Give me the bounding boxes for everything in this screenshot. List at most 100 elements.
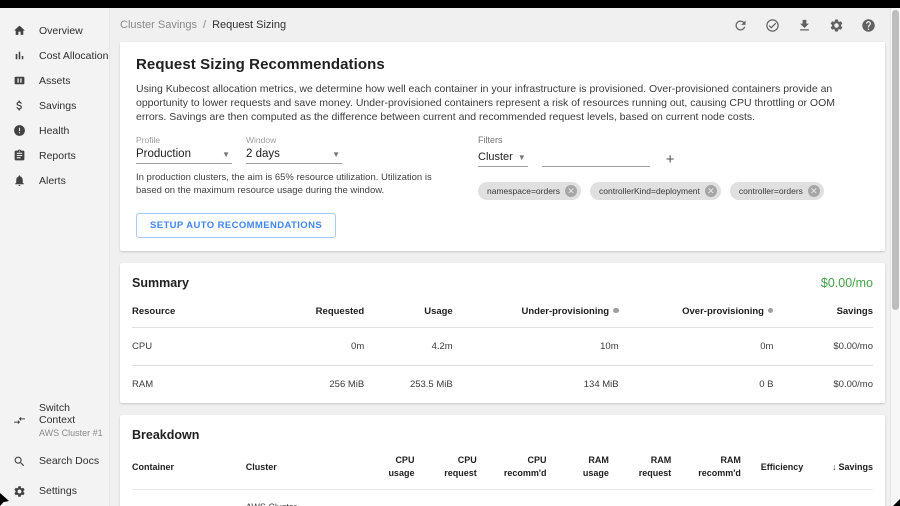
request-sizing-card: Request Sizing Recommendations Using Kub… <box>120 42 885 251</box>
chip-remove-icon[interactable]: ✕ <box>705 185 717 197</box>
cell-cluster: AWS Cluster #1/cluster-one <box>246 501 360 506</box>
sidebar-item-alerts[interactable]: Alerts <box>12 168 109 193</box>
sidebar-item-label: Savings <box>39 100 76 112</box>
cell-requested: 0m <box>254 341 365 352</box>
cell-usage: 253.5 MiB <box>364 379 452 390</box>
health-alert-icon <box>12 124 26 138</box>
filter-type-select[interactable]: Cluster ▼ <box>478 149 528 167</box>
controls-row: Profile Production ▼ Window 2 days ▼ <box>136 135 865 200</box>
switch-context-label: Switch Context <box>39 402 109 426</box>
chevron-down-icon: ▼ <box>332 150 340 159</box>
bell-icon <box>12 174 26 188</box>
window-top-bar <box>0 0 900 8</box>
sidebar: Overview Cost Allocation Assets Savings … <box>0 8 110 506</box>
home-icon <box>12 24 26 38</box>
cell-resource: CPU <box>132 341 254 352</box>
breadcrumb: Cluster Savings / Request Sizing <box>120 19 286 31</box>
col-cpu-recommended[interactable]: CPUrecomm'd <box>477 454 547 480</box>
table-row: CPU 0m 4.2m 10m 0m $0.00/mo <box>132 328 873 366</box>
switch-context-button[interactable]: Switch Context AWS Cluster #1 <box>12 402 109 438</box>
sidebar-item-reports[interactable]: Reports <box>12 143 109 168</box>
sidebar-item-overview[interactable]: Overview <box>12 18 109 43</box>
main-content: Cluster Savings / Request Sizing Request… <box>110 8 900 506</box>
topbar-actions <box>733 18 876 33</box>
col-under-provisioning: Under-provisioning <box>453 306 619 317</box>
col-cpu-request[interactable]: CPUrequest <box>414 454 476 480</box>
filters-label: Filters <box>478 135 865 145</box>
sidebar-item-label: Cost Allocation <box>39 50 108 62</box>
switch-context-text: Switch Context AWS Cluster #1 <box>39 402 109 438</box>
col-savings-sort[interactable]: ↓Savings <box>803 461 873 474</box>
filter-chip-label: controllerKind=deployment <box>599 186 700 196</box>
profile-select[interactable]: Profile Production ▼ <box>136 135 232 164</box>
scrollbar-thumb[interactable] <box>892 10 899 310</box>
dollar-icon <box>12 99 26 113</box>
sidebar-item-label: Assets <box>39 75 71 87</box>
sidebar-item-assets[interactable]: Assets <box>12 68 109 93</box>
settings-button[interactable]: Settings <box>12 484 109 498</box>
sidebar-item-savings[interactable]: Savings <box>12 93 109 118</box>
breakdown-card: Breakdown Container Cluster CPUusage CPU… <box>120 415 885 506</box>
summary-card: Summary $0.00/mo Resource Requested Usag… <box>120 263 885 403</box>
table-row: RAM 256 MiB 253.5 MiB 134 MiB 0 B $0.00/… <box>132 366 873 403</box>
header-row: Cluster Savings / Request Sizing <box>110 8 900 42</box>
profile-note: In production clusters, the aim is 65% r… <box>136 171 436 197</box>
app-root: Overview Cost Allocation Assets Savings … <box>0 8 900 506</box>
page-description: Using Kubecost allocation metrics, we de… <box>136 82 843 124</box>
page-title: Request Sizing Recommendations <box>136 56 865 73</box>
sidebar-item-cost-allocation[interactable]: Cost Allocation <box>12 43 109 68</box>
profile-window-column: Profile Production ▼ Window 2 days ▼ <box>136 135 454 200</box>
setup-auto-recommendations-button[interactable]: SETUP AUTO RECOMMENDATIONS <box>136 213 336 238</box>
filter-type-value: Cluster <box>478 151 513 163</box>
chevron-down-icon: ▼ <box>222 150 230 159</box>
sidebar-item-health[interactable]: Health <box>12 118 109 143</box>
sidebar-spacer <box>12 193 109 386</box>
filters-section: Filters Cluster ▼ + namespace=orders ✕ <box>478 135 865 200</box>
gear-icon <box>12 484 26 498</box>
help-icon[interactable] <box>861 18 876 33</box>
col-cpu-usage[interactable]: CPUusage <box>359 454 414 480</box>
add-filter-button[interactable]: + <box>664 153 677 167</box>
chip-remove-icon[interactable]: ✕ <box>808 185 820 197</box>
search-docs-button[interactable]: Search Docs <box>12 454 109 468</box>
col-efficiency[interactable]: Efficiency <box>741 461 803 474</box>
breakdown-title: Breakdown <box>132 428 199 442</box>
cell-requested: 256 MiB <box>254 379 365 390</box>
sidebar-item-label: Health <box>39 125 69 137</box>
breadcrumb-current: Request Sizing <box>212 19 286 31</box>
profile-select-label: Profile <box>136 135 232 145</box>
chip-remove-icon[interactable]: ✕ <box>565 185 577 197</box>
filter-chip: namespace=orders ✕ <box>478 182 581 200</box>
sidebar-item-label: Overview <box>39 25 83 37</box>
download-icon[interactable] <box>797 18 812 33</box>
chevron-down-icon: ▼ <box>518 153 526 162</box>
cell-over-provisioning: 0m <box>619 341 774 352</box>
sort-descending-icon: ↓ <box>832 462 837 472</box>
cell-usage: 4.2m <box>364 341 452 352</box>
breadcrumb-parent[interactable]: Cluster Savings <box>120 19 197 31</box>
refresh-icon[interactable] <box>733 18 748 33</box>
col-usage: Usage <box>364 306 452 317</box>
switch-context-value: AWS Cluster #1 <box>39 428 109 438</box>
cell-resource: RAM <box>132 379 254 390</box>
col-requested: Requested <box>254 306 365 317</box>
col-resource: Resource <box>132 306 254 317</box>
cell-savings: $0.00/mo <box>773 379 873 390</box>
settings-gear-icon[interactable] <box>829 18 844 33</box>
col-ram-recommended[interactable]: RAMrecomm'd <box>671 454 741 480</box>
vertical-scrollbar[interactable] <box>890 8 900 506</box>
filter-chip-label: namespace=orders <box>487 186 560 196</box>
assets-icon <box>12 74 26 88</box>
search-icon <box>12 454 26 468</box>
window-select-label: Window <box>246 135 342 145</box>
bar-chart-icon <box>12 49 26 63</box>
col-ram-request[interactable]: RAMrequest <box>609 454 671 480</box>
window-select[interactable]: Window 2 days ▼ <box>246 135 342 164</box>
filter-value-input[interactable] <box>542 151 650 167</box>
col-ram-usage[interactable]: RAMusage <box>547 454 609 480</box>
cell-savings: $0.00/mo <box>773 341 873 352</box>
cell-under-provisioning: 134 MiB <box>453 379 619 390</box>
cell-over-provisioning: 0 B <box>619 379 774 390</box>
filter-chip: controller=orders ✕ <box>730 182 824 200</box>
check-circle-icon[interactable] <box>765 18 780 33</box>
